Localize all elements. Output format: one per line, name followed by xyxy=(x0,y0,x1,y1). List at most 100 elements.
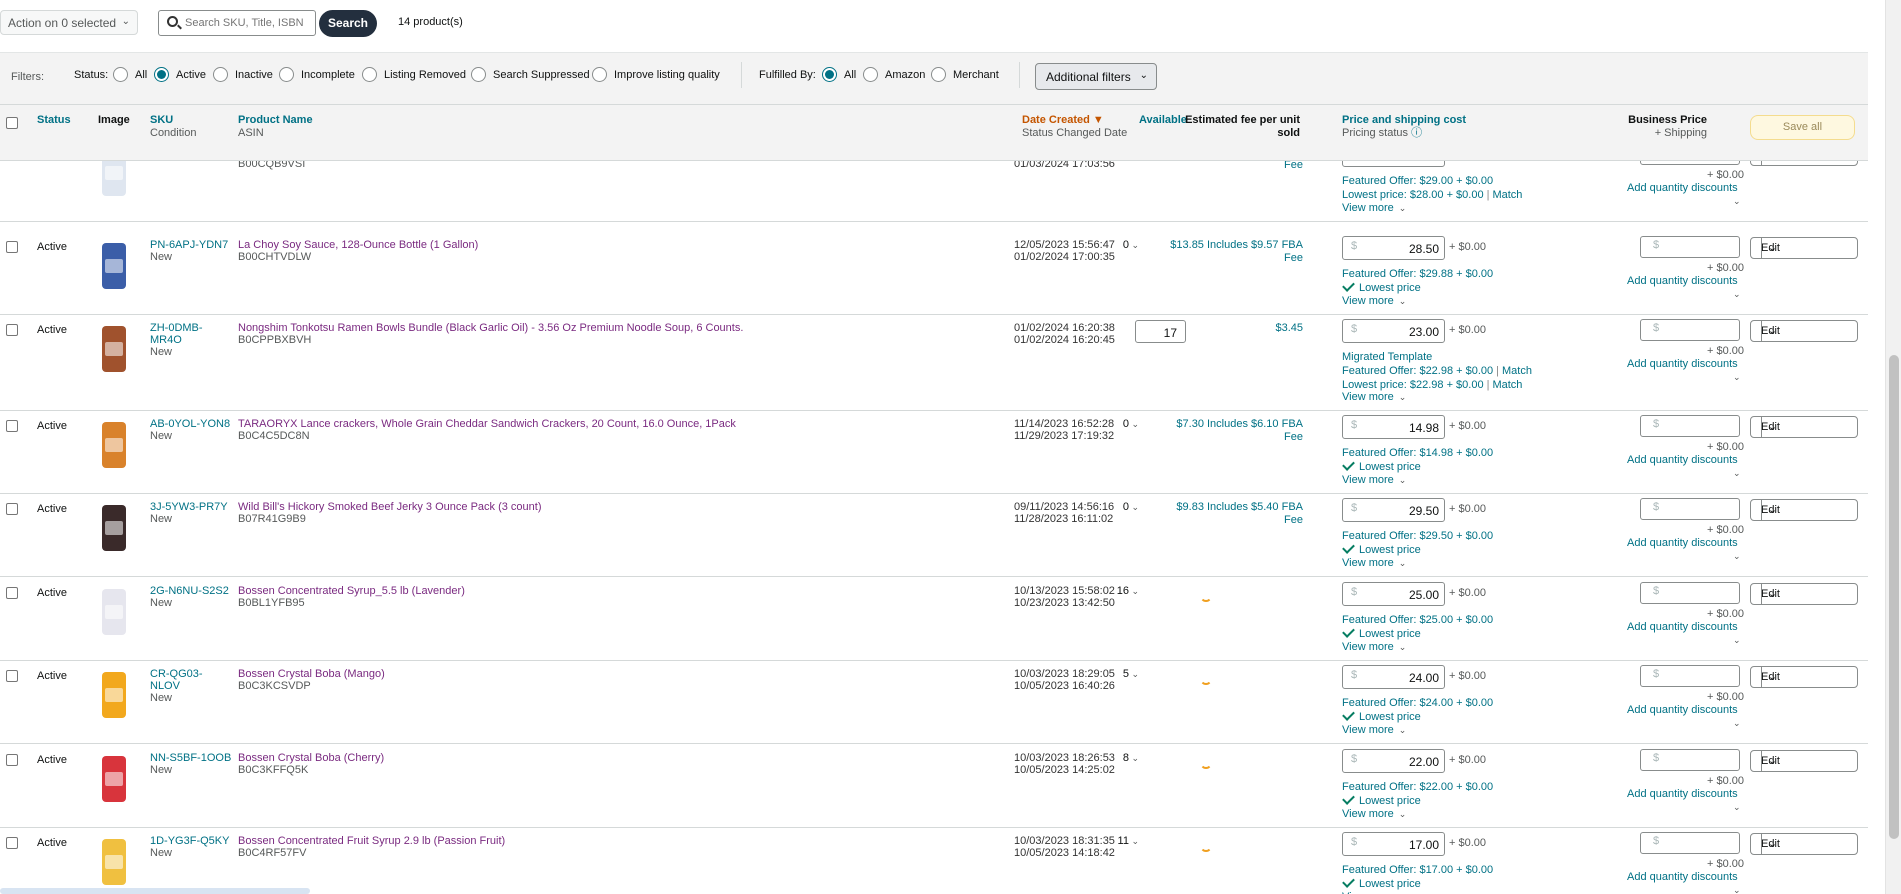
edit-dropdown-chevron-icon[interactable]: ⌄ xyxy=(1761,238,1783,258)
add-quantity-discounts-link[interactable]: Add quantity discounts xyxy=(1627,537,1738,549)
product-image[interactable] xyxy=(88,416,140,472)
edit-button[interactable]: Edit⌄ xyxy=(1750,833,1858,855)
product-image[interactable] xyxy=(88,237,140,293)
horizontal-scrollbar[interactable] xyxy=(0,888,310,894)
price-input[interactable]: $22.00 xyxy=(1342,749,1445,773)
product-image[interactable] xyxy=(88,750,140,806)
status-option-incomplete[interactable]: Incomplete xyxy=(301,69,355,81)
bulk-action-dropdown[interactable]: Action on 0 selected ⌄ xyxy=(0,10,138,35)
row-product-title[interactable]: Wild Bill's Hickory Smoked Beef Jerky 3 … xyxy=(238,501,541,525)
available-quantity[interactable]: 8 ⌄ xyxy=(1123,752,1139,764)
product-image[interactable] xyxy=(88,666,140,722)
available-quantity[interactable]: 0 ⌄ xyxy=(1123,501,1139,513)
business-price-input[interactable]: $ xyxy=(1640,236,1740,258)
fulfilled-option-all[interactable]: All xyxy=(844,69,856,81)
fulfilled-radio-merchant[interactable] xyxy=(931,67,946,82)
available-quantity[interactable]: 0 ⌄ xyxy=(1123,418,1139,430)
row-sku[interactable]: 1D-YG3F-Q5KY New xyxy=(150,835,232,859)
price-input[interactable]: $25.00 xyxy=(1342,582,1445,606)
add-quantity-discounts-link[interactable]: Add quantity discounts xyxy=(1627,275,1738,287)
status-radio-active[interactable] xyxy=(154,67,169,82)
add-quantity-discounts-link[interactable]: Add quantity discounts xyxy=(1627,358,1738,370)
search-button[interactable]: Search xyxy=(319,10,377,37)
price-input[interactable]: $28.50 xyxy=(1342,236,1445,260)
view-more-link[interactable]: View more⌄ xyxy=(1342,641,1406,653)
row-checkbox[interactable] xyxy=(6,324,18,336)
available-quantity[interactable]: 11 ⌄ xyxy=(1118,835,1139,847)
fulfilled-option-merchant[interactable]: Merchant xyxy=(953,69,999,81)
vertical-scrollbar[interactable] xyxy=(1885,0,1901,894)
row-checkbox[interactable] xyxy=(6,420,18,432)
fulfilled-radio-amazon[interactable] xyxy=(863,67,878,82)
select-all-checkbox[interactable] xyxy=(6,117,18,129)
info-icon[interactable]: ⓘ xyxy=(1408,127,1422,139)
price-input[interactable]: $17.00 xyxy=(1342,832,1445,856)
status-radio-all[interactable] xyxy=(113,67,128,82)
edit-button[interactable]: Edit⌄ xyxy=(1750,499,1858,521)
status-option-improve-quality[interactable]: Improve listing quality xyxy=(614,69,720,81)
edit-button[interactable]: Edit⌄ xyxy=(1750,161,1858,166)
product-image[interactable] xyxy=(88,320,140,376)
available-quantity[interactable]: 0 ⌄ xyxy=(1123,239,1139,251)
product-image[interactable] xyxy=(88,583,140,639)
row-checkbox[interactable] xyxy=(6,670,18,682)
business-price-input[interactable]: $ xyxy=(1640,161,1740,165)
edit-dropdown-chevron-icon[interactable]: ⌄ xyxy=(1761,417,1783,437)
view-more-link[interactable]: View more⌄ xyxy=(1342,557,1406,569)
row-checkbox[interactable] xyxy=(6,837,18,849)
row-product-title[interactable]: Bossen Concentrated Syrup_5.5 lb (Lavend… xyxy=(238,585,465,609)
match-price-link[interactable]: Match xyxy=(1492,379,1522,391)
chevron-down-icon[interactable]: ⌄ xyxy=(1733,289,1741,300)
chevron-down-icon[interactable]: ⌄ xyxy=(1733,551,1741,562)
price-input[interactable]: $24.00 xyxy=(1342,665,1445,689)
search-field[interactable] xyxy=(158,10,316,36)
edit-dropdown-chevron-icon[interactable]: ⌄ xyxy=(1761,500,1783,520)
business-price-input[interactable]: $ xyxy=(1640,498,1740,520)
fulfilled-radio-all[interactable] xyxy=(822,67,837,82)
status-option-search-suppressed[interactable]: Search Suppressed xyxy=(493,69,590,81)
row-checkbox[interactable] xyxy=(6,241,18,253)
edit-button[interactable]: Edit⌄ xyxy=(1750,750,1858,772)
edit-button[interactable]: Edit⌄ xyxy=(1750,320,1858,342)
available-quantity[interactable]: 5 ⌄ xyxy=(1123,668,1139,680)
column-status[interactable]: Status xyxy=(37,114,71,127)
match-price-link[interactable]: Match xyxy=(1502,365,1532,377)
chevron-down-icon[interactable]: ⌄ xyxy=(1733,196,1741,207)
price-input[interactable]: $23.00 xyxy=(1342,319,1445,343)
price-input[interactable]: $29.50 xyxy=(1342,498,1445,522)
row-checkbox[interactable] xyxy=(6,503,18,515)
row-product-title[interactable]: To 32 Cups (16 Oz)B00CQB9VSI xyxy=(238,161,333,170)
row-product-title[interactable]: Bossen Crystal Boba (Cherry) B0C3KFFQ5K xyxy=(238,752,384,776)
price-input[interactable]: $14.98 xyxy=(1342,415,1445,439)
status-option-active[interactable]: Active xyxy=(176,69,206,81)
view-more-link[interactable]: View more⌄ xyxy=(1342,474,1406,486)
business-price-input[interactable]: $ xyxy=(1640,832,1740,854)
status-radio-search-suppressed[interactable] xyxy=(471,67,486,82)
price-input[interactable]: $29.00 xyxy=(1342,161,1445,167)
row-sku[interactable]: NN-S5BF-1OOB New xyxy=(150,752,232,776)
business-price-input[interactable]: $ xyxy=(1640,415,1740,437)
additional-filters-dropdown[interactable]: Additional filters ⌄ xyxy=(1035,63,1157,90)
chevron-down-icon[interactable]: ⌄ xyxy=(1733,802,1741,813)
business-price-input[interactable]: $ xyxy=(1640,582,1740,604)
edit-button[interactable]: Edit⌄ xyxy=(1750,416,1858,438)
status-option-inactive[interactable]: Inactive xyxy=(235,69,273,81)
view-more-link[interactable]: View more⌄ xyxy=(1342,295,1406,307)
row-sku[interactable]: 2G-N6NU-S2S2 New xyxy=(150,585,232,609)
row-sku[interactable]: ZH-0DMB-MR4O New xyxy=(150,322,232,358)
chevron-down-icon[interactable]: ⌄ xyxy=(1733,885,1741,894)
view-more-link[interactable]: View more⌄ xyxy=(1342,724,1406,736)
row-sku[interactable]: AB-0YOL-YON8 New xyxy=(150,418,232,442)
business-price-input[interactable]: $ xyxy=(1640,319,1740,341)
view-more-link[interactable]: View more⌄ xyxy=(1342,202,1406,214)
business-price-input[interactable]: $ xyxy=(1640,665,1740,687)
edit-button[interactable]: Edit⌄ xyxy=(1750,583,1858,605)
edit-dropdown-chevron-icon[interactable]: ⌄ xyxy=(1761,751,1783,771)
status-radio-listing-removed[interactable] xyxy=(362,67,377,82)
available-quantity[interactable]: 16 ⌄ xyxy=(1117,585,1139,597)
chevron-down-icon[interactable]: ⌄ xyxy=(1733,468,1741,479)
search-input[interactable] xyxy=(185,15,311,31)
status-option-all[interactable]: All xyxy=(135,69,147,81)
chevron-down-icon[interactable]: ⌄ xyxy=(1733,372,1741,383)
edit-dropdown-chevron-icon[interactable]: ⌄ xyxy=(1761,321,1783,341)
